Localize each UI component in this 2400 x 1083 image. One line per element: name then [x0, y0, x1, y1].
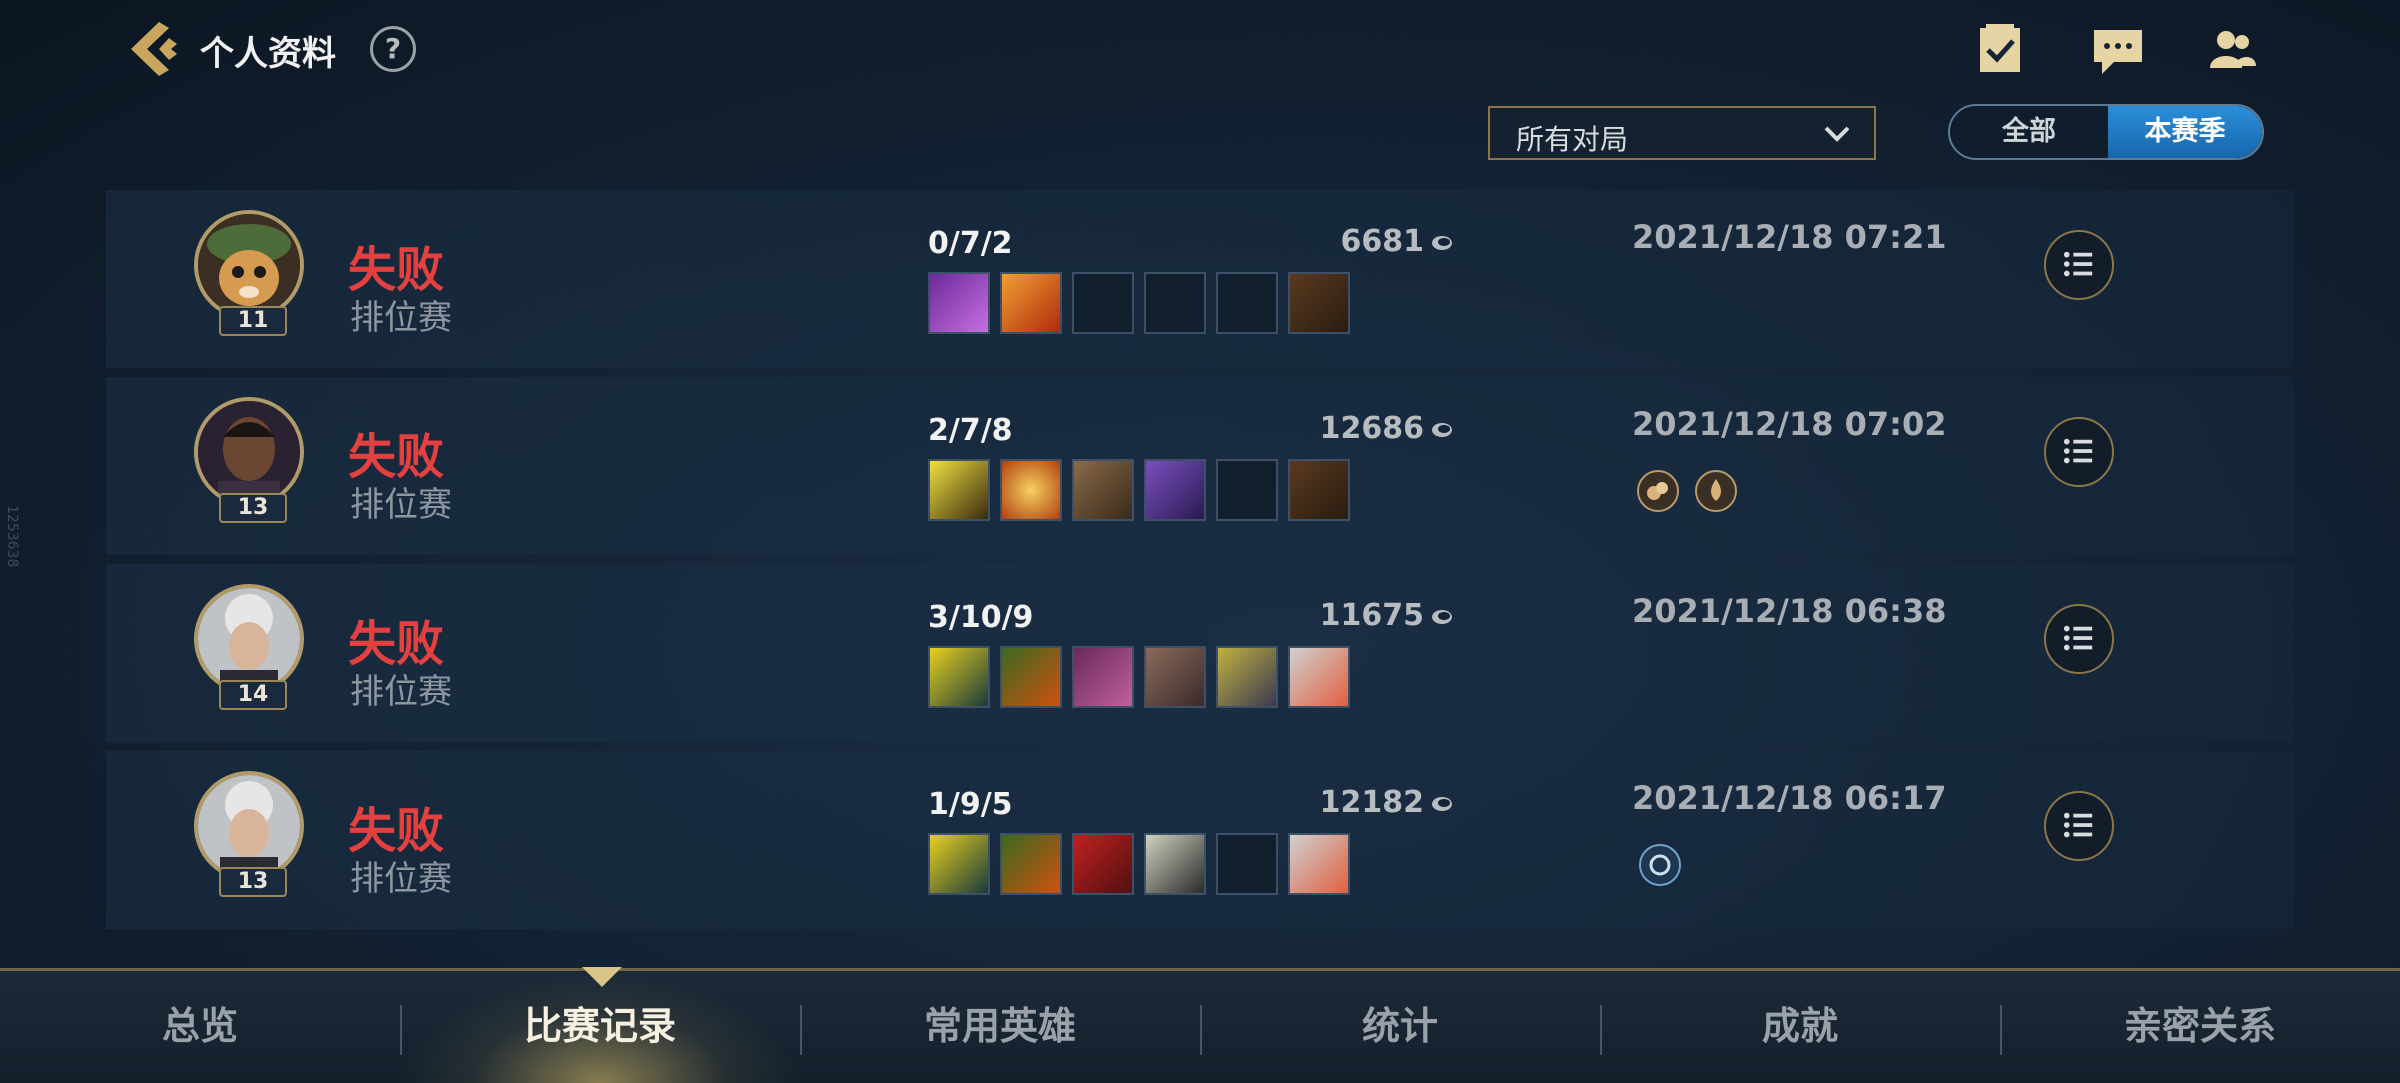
champion-avatar [194, 397, 304, 507]
rainbow-feather-item-icon[interactable] [1288, 833, 1350, 895]
match-details-list-icon[interactable] [2044, 417, 2114, 487]
camille-portrait-icon [198, 775, 300, 877]
lightning-blade-item-icon[interactable] [928, 459, 990, 521]
gold-value: 6681 [1340, 224, 1425, 259]
purple-blade-item-icon[interactable] [928, 272, 990, 334]
champion-avatar [194, 771, 304, 881]
toggle-all-button[interactable]: 全部 [1950, 106, 2108, 158]
tab-overview[interactable]: 总览 [0, 971, 400, 1083]
gold-earned: 11675 [1214, 598, 1454, 633]
armor-item-icon[interactable] [1144, 646, 1206, 708]
match-details-list-icon[interactable] [2044, 230, 2114, 300]
champion-avatar [194, 210, 304, 320]
help-button[interactable]: ? [370, 26, 416, 72]
match-date: 2021/12/18 07:02 [1632, 405, 1947, 443]
gold-earned: 12182 [1214, 785, 1454, 820]
boots-item-icon[interactable] [1288, 459, 1350, 521]
tab-top-champions[interactable]: 常用英雄 [800, 971, 1200, 1083]
champion-level-badge: 14 [219, 680, 287, 710]
match-mode: 排位赛 [350, 298, 452, 338]
chat-icon[interactable] [2090, 22, 2146, 78]
teemo-portrait-icon [198, 214, 300, 316]
match-details-list-icon[interactable] [2044, 604, 2114, 674]
match-row[interactable]: 13 失败 排位赛 2/7/8 12686 2021/12/18 07:02 [106, 377, 2294, 555]
match-details-list-icon[interactable] [2044, 791, 2114, 861]
kda-score: 1/9/5 [928, 787, 1013, 822]
gold-coin-icon [1432, 609, 1452, 624]
rainbow-feather-item-icon[interactable] [1288, 646, 1350, 708]
blood-drop-badge-icon [1695, 470, 1737, 512]
purple-cloak-item-icon[interactable] [1144, 459, 1206, 521]
back-arrow-icon[interactable] [125, 18, 181, 80]
top-bar: 个人资料 ? [0, 0, 2400, 100]
toggle-current-season-button[interactable]: 本赛季 [2108, 106, 2262, 158]
missions-icon[interactable] [1972, 22, 2028, 78]
crimson-claw-item-icon[interactable] [1072, 833, 1134, 895]
gold-value: 12686 [1319, 411, 1424, 446]
gold-value: 11675 [1319, 598, 1424, 633]
shield-badge-icon [1639, 844, 1681, 886]
champion-level-badge: 11 [219, 306, 287, 336]
tab-statistics[interactable]: 统计 [1200, 971, 1600, 1083]
empty-item-slot [1144, 272, 1206, 334]
longsword-item-icon[interactable] [1144, 833, 1206, 895]
champion-level-badge: 13 [219, 493, 287, 523]
gold-coin-icon [1432, 422, 1452, 437]
tab-achievements[interactable]: 成就 [1600, 971, 2000, 1083]
match-row[interactable]: 13 失败 排位赛 1/9/5 12182 2021/12/18 06:17 [106, 751, 2294, 929]
boots-item-icon[interactable] [1288, 272, 1350, 334]
bottom-tab-bar: 总览 比赛记录 常用英雄 统计 成就 亲密关系 [0, 967, 2400, 1083]
flame-bow-item-icon[interactable] [1000, 646, 1062, 708]
champion-avatar [194, 584, 304, 694]
tab-relationships[interactable]: 亲密关系 [2000, 971, 2400, 1083]
gold-coin-icon [1432, 235, 1452, 250]
shuriken-item-icon[interactable] [1216, 646, 1278, 708]
match-mode: 排位赛 [350, 485, 452, 525]
match-row[interactable]: 14 失败 排位赛 3/10/9 11675 2021/12/18 06:38 [106, 564, 2294, 742]
kda-score: 2/7/8 [928, 413, 1013, 448]
match-date: 2021/12/18 06:38 [1632, 592, 1947, 630]
gold-coins-badge-icon [1637, 470, 1679, 512]
triforce-item-icon[interactable] [928, 646, 990, 708]
chevron-down-icon [1824, 126, 1850, 142]
lucian-portrait-icon [198, 401, 300, 503]
sun-spear-item-icon[interactable] [1000, 459, 1062, 521]
gold-earned: 12686 [1214, 411, 1454, 446]
empty-item-slot [1216, 272, 1278, 334]
camille-portrait-icon [198, 588, 300, 690]
gauntlet-item-icon[interactable] [1072, 646, 1134, 708]
triforce-item-icon[interactable] [928, 833, 990, 895]
page-title: 个人资料 [200, 34, 336, 74]
gold-value: 12182 [1319, 785, 1424, 820]
hammer-item-icon[interactable] [1072, 459, 1134, 521]
empty-item-slot [1216, 833, 1278, 895]
kda-score: 0/7/2 [928, 226, 1013, 261]
gold-earned: 6681 [1214, 224, 1454, 259]
kda-score: 3/10/9 [928, 600, 1034, 635]
empty-item-slot [1072, 272, 1134, 334]
match-date: 2021/12/18 06:17 [1632, 779, 1947, 817]
friends-icon[interactable] [2204, 22, 2260, 78]
match-date: 2021/12/18 07:21 [1632, 218, 1947, 256]
fire-sword-item-icon[interactable] [1000, 272, 1062, 334]
match-mode: 排位赛 [350, 859, 452, 899]
gold-coin-icon [1432, 796, 1452, 811]
champion-level-badge: 13 [219, 867, 287, 897]
match-row[interactable]: 11 失败 排位赛 0/7/2 6681 2021/12/18 07:21 [106, 190, 2294, 368]
side-watermark: 1253638 [4, 505, 20, 568]
filter-selected-value: 所有对局 [1516, 123, 1629, 156]
season-toggle: 全部 本赛季 [1948, 104, 2264, 160]
empty-item-slot [1216, 459, 1278, 521]
flame-bow-item-icon[interactable] [1000, 833, 1062, 895]
tab-match-history[interactable]: 比赛记录 [400, 971, 800, 1083]
match-filter-dropdown[interactable]: 所有对局 [1488, 106, 1876, 160]
match-mode: 排位赛 [350, 672, 452, 712]
